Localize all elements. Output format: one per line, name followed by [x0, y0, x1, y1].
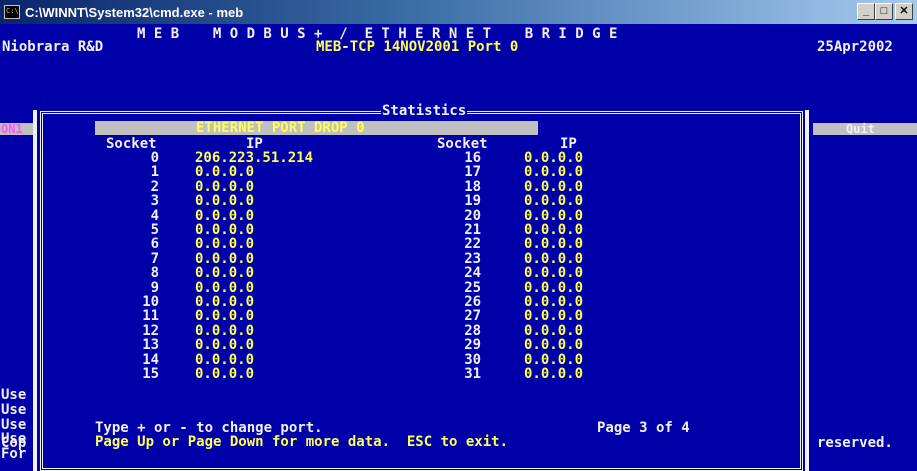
socket-number: 9	[150, 280, 160, 296]
dialog-title: Statistics	[381, 103, 468, 119]
footer-hint-1: Type + or - to change port.	[95, 420, 323, 436]
company-name: Niobrara R&D	[2, 39, 104, 55]
maximize-button[interactable]: □	[875, 3, 893, 20]
socket-ip: 0.0.0.0	[524, 222, 584, 238]
socket-ip: 0.0.0.0	[524, 179, 584, 195]
socket-ip: 0.0.0.0	[195, 280, 255, 296]
menu-item-quit[interactable]: Quit	[846, 123, 875, 135]
bg-text-2: Use	[1, 417, 27, 433]
socket-number: 31	[464, 366, 482, 382]
socket-ip: 0.0.0.0	[524, 337, 584, 353]
bg-text-reserved: reserved.	[817, 435, 893, 451]
socket-number: 0	[150, 150, 160, 166]
socket-number: 6	[150, 236, 160, 252]
close-button[interactable]: ✕	[895, 3, 913, 20]
socket-number: 11	[142, 308, 160, 324]
socket-number: 25	[464, 280, 482, 296]
socket-number: 17	[464, 164, 482, 180]
socket-number: 19	[464, 193, 482, 209]
socket-ip: 0.0.0.0	[524, 150, 584, 166]
bg-text-1: Use	[1, 402, 27, 418]
socket-ip: 0.0.0.0	[524, 193, 584, 209]
socket-ip: 0.0.0.0	[524, 352, 584, 368]
console-area[interactable]: M E B M O D B U S + / E T H E R N E T B …	[0, 24, 917, 471]
socket-ip: 0.0.0.0	[524, 323, 584, 339]
socket-ip: 0.0.0.0	[195, 265, 255, 281]
cmd-icon[interactable]	[4, 5, 20, 19]
minimize-button[interactable]: _	[857, 3, 875, 20]
socket-ip: 0.0.0.0	[195, 222, 255, 238]
socket-number: 24	[464, 265, 482, 281]
socket-ip: 0.0.0.0	[524, 236, 584, 252]
version-info: MEB-TCP 14NOV2001 Port 0	[316, 39, 519, 55]
socket-ip: 0.0.0.0	[195, 337, 255, 353]
col-header-socket-left: Socket	[106, 136, 157, 152]
socket-ip: 0.0.0.0	[524, 308, 584, 324]
socket-ip: 0.0.0.0	[195, 294, 255, 310]
socket-number: 7	[150, 251, 160, 267]
page-indicator: Page 3 of 4	[597, 420, 690, 436]
socket-number: 21	[464, 222, 482, 238]
col-header-socket-right: Socket	[437, 136, 488, 152]
socket-number: 29	[464, 337, 482, 353]
socket-number: 3	[150, 193, 160, 209]
left-frame-border	[33, 110, 37, 471]
socket-number: 5	[150, 222, 160, 238]
socket-number: 23	[464, 251, 482, 267]
socket-ip: 0.0.0.0	[524, 280, 584, 296]
socket-number: 8	[150, 265, 160, 281]
socket-ip: 0.0.0.0	[524, 366, 584, 382]
socket-number: 30	[464, 352, 482, 368]
col-header-ip-right: IP	[560, 136, 577, 152]
menu-item-left[interactable]: ON1	[1, 123, 23, 135]
socket-ip: 0.0.0.0	[195, 323, 255, 339]
socket-ip: 0.0.0.0	[195, 236, 255, 252]
socket-number: 18	[464, 179, 482, 195]
socket-number: 4	[150, 208, 160, 224]
socket-number: 12	[142, 323, 160, 339]
dialog-header: ETHERNET PORT DROP 0	[196, 120, 365, 136]
footer-hint-2: Page Up or Page Down for more data. ESC …	[95, 434, 509, 450]
socket-ip: 0.0.0.0	[524, 164, 584, 180]
socket-number: 15	[142, 366, 160, 382]
bg-text-5: Cop	[1, 435, 27, 451]
socket-ip: 0.0.0.0	[195, 208, 255, 224]
socket-ip: 0.0.0.0	[195, 193, 255, 209]
right-frame-border	[805, 110, 809, 471]
console-window: C:\WINNT\System32\cmd.exe - meb _ □ ✕ M …	[0, 0, 917, 471]
socket-ip: 0.0.0.0	[195, 164, 255, 180]
socket-ip: 0.0.0.0	[195, 352, 255, 368]
socket-number: 20	[464, 208, 482, 224]
banner-date: 25Apr2002	[817, 39, 893, 55]
socket-number: 28	[464, 323, 482, 339]
socket-ip: 0.0.0.0	[195, 308, 255, 324]
col-header-ip-left: IP	[246, 136, 263, 152]
socket-ip: 0.0.0.0	[524, 208, 584, 224]
socket-number: 1	[150, 164, 160, 180]
socket-number: 13	[142, 337, 160, 353]
socket-ip: 0.0.0.0	[524, 265, 584, 281]
window-title: C:\WINNT\System32\cmd.exe - meb	[25, 4, 244, 20]
socket-number: 10	[142, 294, 160, 310]
socket-ip: 0.0.0.0	[524, 251, 584, 267]
socket-number: 2	[150, 179, 160, 195]
socket-number: 16	[464, 150, 482, 166]
socket-ip: 0.0.0.0	[195, 179, 255, 195]
bg-text-0: Use	[1, 387, 27, 403]
socket-ip: 0.0.0.0	[195, 366, 255, 382]
socket-ip: 0.0.0.0	[524, 294, 584, 310]
socket-number: 22	[464, 236, 482, 252]
socket-number: 26	[464, 294, 482, 310]
title-bar[interactable]: C:\WINNT\System32\cmd.exe - meb _ □ ✕	[0, 0, 917, 24]
socket-ip: 0.0.0.0	[195, 251, 255, 267]
socket-number: 14	[142, 352, 160, 368]
window-controls: _ □ ✕	[857, 3, 913, 20]
socket-ip: 206.223.51.214	[195, 150, 314, 166]
socket-number: 27	[464, 308, 482, 324]
